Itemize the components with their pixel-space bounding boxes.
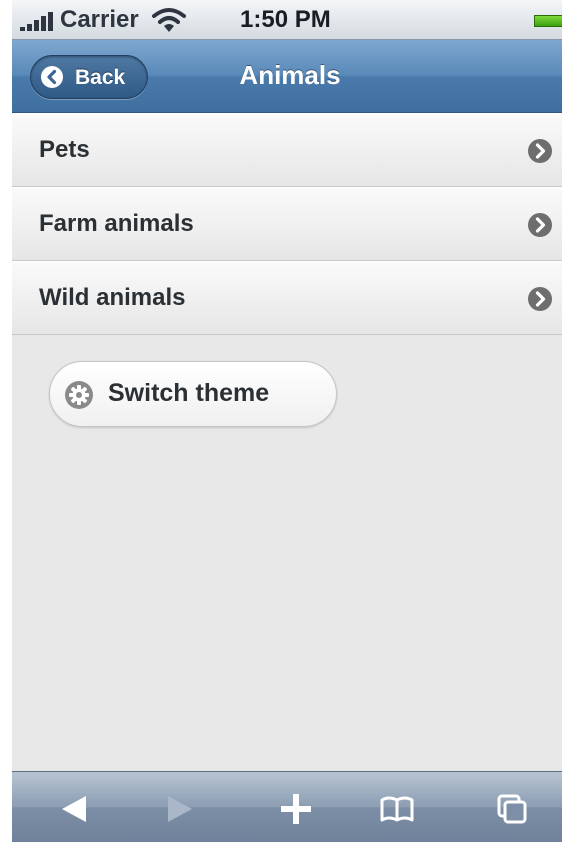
switch-theme-button[interactable]: Switch theme (49, 361, 337, 427)
status-time: 1:50 PM (240, 6, 331, 33)
list-item-label: Wild animals (39, 284, 186, 311)
list-item-wild-animals[interactable]: Wild animals (12, 261, 562, 335)
menu-list: Pets Farm animals Wild animals (12, 113, 562, 335)
list-item-pets[interactable]: Pets (12, 113, 562, 187)
browser-toolbar (12, 771, 562, 842)
plus-icon[interactable] (279, 792, 313, 826)
phone-screen: Carrier 1:50 PM Back Animals Pets Farm a… (12, 0, 562, 842)
carrier-name: Carrier (60, 6, 139, 33)
back-arrow-icon[interactable] (58, 792, 92, 826)
list-item-label: Pets (39, 136, 90, 163)
status-bar: Carrier 1:50 PM (12, 0, 562, 40)
switch-theme-label: Switch theme (108, 379, 270, 407)
chevron-right-circle-icon (528, 287, 552, 311)
chevron-right-circle-icon (528, 213, 552, 237)
gear-icon (65, 381, 93, 409)
forward-arrow-icon[interactable] (162, 792, 196, 826)
wifi-icon (152, 8, 186, 32)
pages-icon[interactable] (495, 792, 529, 826)
list-item-label: Farm animals (39, 210, 194, 237)
book-icon[interactable] (380, 792, 414, 826)
battery-icon (534, 15, 562, 27)
navigation-header: Back Animals (12, 40, 562, 113)
list-item-farm-animals[interactable]: Farm animals (12, 187, 562, 261)
signal-bars-icon (20, 12, 53, 31)
page-title: Animals (239, 60, 341, 90)
chevron-right-circle-icon (528, 139, 552, 163)
